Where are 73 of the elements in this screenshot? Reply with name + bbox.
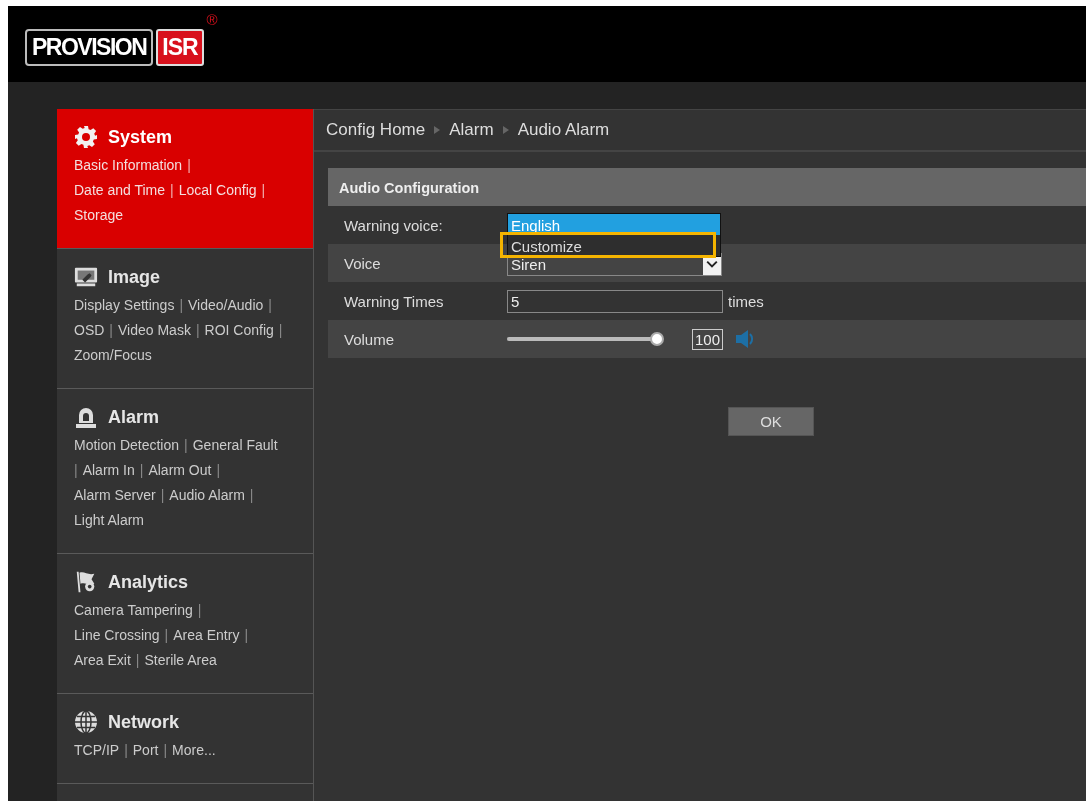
sidebar-link[interactable]: Alarm Server	[74, 483, 156, 508]
sidebar-link[interactable]: Basic Information	[74, 153, 183, 178]
logo-badge: ISR	[156, 28, 204, 66]
ok-button[interactable]: OK	[728, 407, 814, 436]
registered-mark: ®	[206, 10, 218, 28]
separator: |	[249, 486, 254, 505]
field-label: Warning voice:	[343, 216, 444, 234]
separator: |	[139, 461, 144, 480]
separator: |	[164, 626, 169, 645]
input-field[interactable]: 5	[507, 289, 723, 313]
breadcrumb-arrow-icon	[434, 126, 441, 134]
separator: |	[195, 321, 200, 340]
sidebar-section[interactable]: System Basic Information | Date and Time | Local Config | Storage	[57, 109, 313, 249]
field-label: Volume	[343, 330, 396, 348]
breadcrumb-link[interactable]: Alarm	[449, 120, 494, 140]
separator: |	[216, 461, 221, 480]
sidebar-link[interactable]: Alarm In	[82, 458, 135, 483]
separator: |	[170, 181, 174, 200]
sidebar-link[interactable]: Area Entry	[173, 623, 240, 648]
sidebar-link[interactable]: Area Exit	[74, 648, 131, 673]
sidebar-link[interactable]: Date and Time	[74, 178, 166, 203]
breadcrumb-link[interactable]: Audio Alarm	[517, 120, 610, 140]
separator: |	[184, 436, 188, 455]
sidebar-link[interactable]: Audio Alarm	[169, 483, 245, 508]
separator: |	[261, 181, 266, 200]
sidebar-link[interactable]: Zoom/Focus	[74, 343, 152, 368]
section-title: Analytics	[108, 571, 189, 593]
section-title: System	[108, 126, 173, 148]
sidebar-link[interactable]: Light Alarm	[74, 508, 145, 533]
breadcrumb-link[interactable]: Config Home	[326, 120, 426, 140]
voice-select[interactable]: Siren	[507, 252, 722, 276]
separator: |	[179, 296, 184, 315]
monitor-wrench-icon	[74, 265, 98, 289]
logo-wordmark: PROVISION	[25, 28, 154, 66]
separator: |	[163, 741, 168, 760]
separator: |	[187, 156, 191, 175]
volume-value[interactable]: 100	[692, 328, 724, 350]
sidebar-link[interactable]: Storage	[74, 203, 124, 228]
separator: |	[197, 601, 202, 620]
field-label: Warning Times	[343, 292, 445, 310]
sidebar-link[interactable]: Display Settings	[74, 293, 175, 318]
sidebar-link[interactable]: Sterile Area	[144, 648, 217, 673]
breadcrumb-arrow-icon	[502, 126, 509, 134]
sidebar-link[interactable]: ROI Config	[204, 318, 274, 343]
separator: |	[244, 626, 249, 645]
unit-label: times	[728, 292, 764, 310]
gear-icon	[74, 125, 98, 149]
separator: |	[278, 321, 283, 340]
sidebar-link[interactable]: More...	[172, 738, 216, 763]
sidebar-link[interactable]: Video Mask	[118, 318, 191, 343]
sidebar-link[interactable]: OSD	[74, 318, 105, 343]
section-title: Network	[108, 711, 179, 733]
sidebar-link[interactable]: Line Crossing	[74, 623, 160, 648]
sidebar-link[interactable]: Local Config	[178, 178, 257, 203]
separator: |	[268, 296, 272, 315]
sidebar-link[interactable]: Video/Audio	[188, 293, 264, 318]
siren-icon	[74, 405, 98, 429]
section-title: Image	[108, 266, 161, 288]
section-title: Alarm	[108, 406, 160, 428]
separator: |	[160, 486, 165, 505]
sidebar-link[interactable]: TCP/IP	[74, 738, 120, 763]
sidebar-link[interactable]: Motion Detection	[74, 433, 180, 458]
sidebar-link[interactable]: General Fault	[192, 433, 278, 458]
globe-icon	[74, 710, 98, 734]
sidebar-link[interactable]: Port	[132, 738, 159, 763]
separator: |	[109, 321, 113, 340]
sidebar-link[interactable]: Alarm Out	[148, 458, 212, 483]
panel-header: Audio Configuration	[328, 168, 1086, 206]
separator: |	[135, 651, 140, 670]
field-label: Voice	[343, 254, 382, 272]
sidebar-link[interactable]: Camera Tampering	[74, 598, 193, 623]
separator: |	[124, 741, 128, 760]
separator: |	[74, 461, 78, 480]
